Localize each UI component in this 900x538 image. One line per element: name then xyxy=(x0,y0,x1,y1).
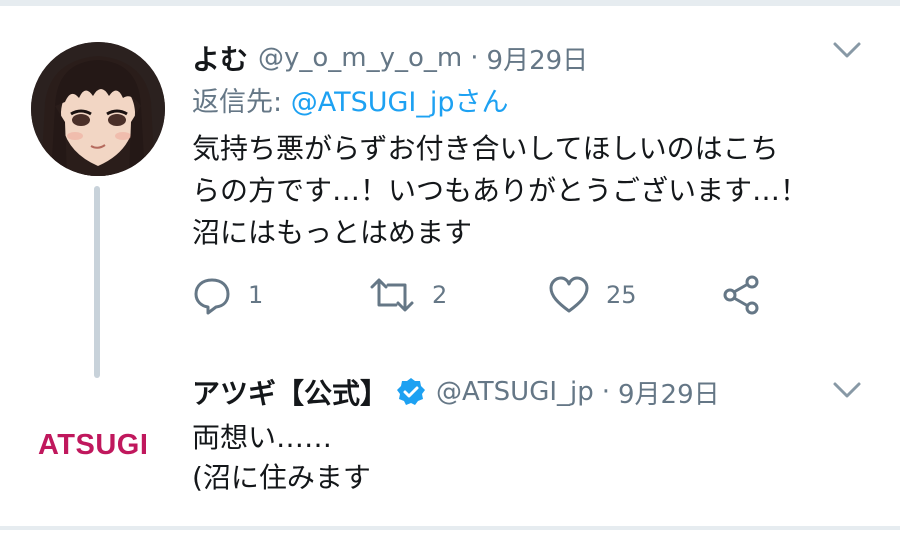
author-handle[interactable]: @y_o_m_y_o_m xyxy=(258,43,462,73)
verified-badge-icon xyxy=(397,378,426,405)
separator-dot: · xyxy=(470,43,479,73)
reply-button[interactable]: 1 xyxy=(192,272,263,318)
avatar-illustration xyxy=(31,42,165,176)
avatar[interactable] xyxy=(31,42,165,176)
tweet-atsugi[interactable]: ATSUGI アツギ【公式】 @ATSUGI_jp · 9月29日 両想い…… … xyxy=(0,362,900,522)
reply-context: 返信先: @ATSUGI_jpさん xyxy=(192,80,509,119)
tweet-text: 両想い…… (沼に住みます xyxy=(192,421,371,494)
share-icon xyxy=(723,275,759,315)
atsugi-logo[interactable]: ATSUGI xyxy=(38,426,160,460)
bottom-border xyxy=(0,526,900,530)
author-name[interactable]: アツギ【公式】 xyxy=(192,372,388,412)
reply-prefix: 返信先: xyxy=(192,87,283,118)
reply-icon xyxy=(194,278,230,315)
tweet-text: 気持ち悪がらずお付き合いしてほしいのはこち らの方です…！いつもありがとうござい… xyxy=(192,132,809,249)
separator-dot: · xyxy=(601,377,611,407)
author-name[interactable]: よむ xyxy=(192,38,248,78)
chevron-down-icon[interactable] xyxy=(832,38,862,62)
reply-mention-link[interactable]: @ATSUGI_jpさん xyxy=(291,87,509,118)
reply-count: 1 xyxy=(248,281,264,309)
tweet-header: よむ @y_o_m_y_o_m · 9月29日 xyxy=(192,38,588,78)
retweet-icon xyxy=(370,278,414,312)
retweet-count: 2 xyxy=(432,281,448,309)
top-border xyxy=(0,0,900,6)
chevron-down-icon[interactable] xyxy=(832,378,862,402)
like-count: 25 xyxy=(606,281,637,309)
like-button[interactable]: 25 xyxy=(548,272,637,318)
tweet-date[interactable]: 9月29日 xyxy=(487,40,589,77)
tweet-header: アツギ【公式】 @ATSUGI_jp · 9月29日 xyxy=(192,370,720,414)
share-button[interactable] xyxy=(720,272,764,318)
tweet-actions: 1 2 25 xyxy=(192,272,812,318)
author-handle[interactable]: @ATSUGI_jp xyxy=(436,377,594,407)
thread-connector-line xyxy=(94,186,100,378)
retweet-button[interactable]: 2 xyxy=(368,272,447,318)
like-icon xyxy=(549,276,589,313)
tweet-date[interactable]: 9月29日 xyxy=(618,374,720,411)
tweet-yomu[interactable]: よむ @y_o_m_y_o_m · 9月29日 返信先: @ATSUGI_jpさ… xyxy=(0,10,900,378)
svg-text:ATSUGI: ATSUGI xyxy=(38,429,148,460)
